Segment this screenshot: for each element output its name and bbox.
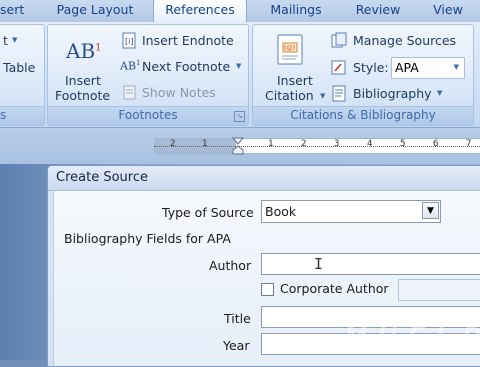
show-notes-icon bbox=[123, 85, 136, 100]
author-input[interactable]: I bbox=[261, 253, 480, 275]
insert-citation-icon: (☺) bbox=[277, 34, 303, 65]
style-value: APA bbox=[395, 60, 419, 75]
type-of-source-select[interactable]: Book ▼ bbox=[261, 200, 441, 223]
insert-endnote-button[interactable]: [i] Insert Endnote bbox=[120, 31, 245, 51]
dialog-title-bar[interactable]: Create Source bbox=[48, 166, 480, 191]
dropdown-arrow-icon: ▼ bbox=[453, 63, 459, 71]
horizontal-ruler[interactable]: 2 1 1 2 3 4 5 6 7 bbox=[154, 137, 480, 155]
insert-footnote-button[interactable]: AB1 Insert Footnote bbox=[52, 31, 114, 103]
manage-sources-button[interactable]: Manage Sources bbox=[330, 31, 468, 51]
svg-text:[i]: [i] bbox=[125, 37, 133, 46]
bibliography-fields-heading: Bibliography Fields for APA bbox=[64, 231, 231, 246]
insert-endnote-label: Insert Endnote bbox=[142, 33, 234, 48]
dropdown-arrow-icon[interactable]: ▼ bbox=[422, 202, 439, 219]
insert-footnote-label-line2: Footnote bbox=[55, 88, 111, 103]
style-selector: Style: APA ▼ bbox=[330, 57, 468, 79]
dialog-title: Create Source bbox=[56, 170, 148, 185]
tab-view[interactable]: View bbox=[425, 0, 471, 21]
watermark-logo: M H E L P bbox=[344, 321, 480, 351]
next-footnote-label: Next Footnote bbox=[142, 59, 231, 74]
text-cursor-icon: I bbox=[314, 255, 324, 273]
bibliography-button[interactable]: Bibliography ▼ bbox=[330, 84, 468, 104]
corporate-author-input[interactable] bbox=[398, 279, 480, 301]
dropdown-arrow-icon: ▼ bbox=[320, 92, 326, 100]
citations-bibliography-group: (☺) Insert Citation ▼ Manage Sources Sty… bbox=[252, 24, 474, 126]
citations-group-label: Citations & Bibliography bbox=[253, 106, 473, 125]
table-of-contents-group: t ▼ Table s bbox=[0, 24, 45, 126]
corporate-author-label: Corporate Author bbox=[280, 281, 389, 296]
endnote-icon: [i] bbox=[122, 32, 136, 49]
dialog-launcher-icon[interactable]: ↘ bbox=[234, 111, 245, 122]
ribbon: t ▼ Table s AB1 Insert Footnote [i] Inse… bbox=[0, 22, 480, 128]
ruler-dots bbox=[154, 146, 480, 148]
footnotes-group-label: Footnotes ↘ bbox=[48, 106, 248, 125]
footnotes-group-title: Footnotes bbox=[118, 108, 178, 122]
type-of-source-label: Type of Source bbox=[162, 205, 254, 220]
style-label: Style: bbox=[353, 60, 389, 75]
tab-references[interactable]: References bbox=[153, 0, 247, 23]
next-footnote-button[interactable]: AB1 Next Footnote ▼ bbox=[120, 57, 245, 77]
manage-sources-label: Manage Sources bbox=[353, 33, 457, 48]
insert-citation-label-line1: Insert bbox=[277, 73, 313, 88]
footnotes-group: AB1 Insert Footnote [i] Insert Endnote A… bbox=[47, 24, 249, 126]
next-footnote-icon: AB1 bbox=[120, 59, 141, 73]
bibliography-label: Bibliography bbox=[353, 86, 432, 101]
tab-mailings[interactable]: Mailings bbox=[262, 0, 330, 21]
tab-page-layout[interactable]: Page Layout bbox=[52, 0, 138, 21]
author-label: Author bbox=[209, 258, 252, 273]
manage-sources-icon bbox=[331, 32, 347, 48]
show-notes-button[interactable]: Show Notes bbox=[120, 83, 245, 103]
title-label: Title bbox=[224, 311, 251, 326]
ribbon-tab-bar: sert Page Layout References Mailings Rev… bbox=[0, 0, 480, 23]
svg-text:(☺): (☺) bbox=[284, 45, 295, 52]
type-of-source-value: Book bbox=[265, 204, 297, 219]
insert-citation-label-line2: Citation bbox=[265, 88, 314, 103]
tab-review[interactable]: Review bbox=[350, 0, 406, 21]
dropdown-arrow-icon: ▼ bbox=[12, 36, 18, 44]
year-label: Year bbox=[223, 338, 250, 353]
add-text-button[interactable]: t bbox=[3, 33, 8, 48]
update-table-button[interactable]: Table bbox=[3, 60, 35, 75]
bibliography-icon bbox=[332, 85, 346, 102]
dropdown-arrow-icon: ▼ bbox=[236, 62, 242, 70]
style-icon bbox=[331, 60, 346, 75]
footnote-ab-icon: AB1 bbox=[66, 39, 102, 63]
insert-citation-button[interactable]: (☺) Insert Citation ▼ bbox=[256, 31, 326, 103]
tab-insert[interactable]: sert bbox=[0, 0, 24, 21]
dropdown-arrow-icon: ▼ bbox=[437, 89, 443, 97]
show-notes-label: Show Notes bbox=[142, 85, 216, 100]
style-dropdown[interactable]: APA ▼ bbox=[391, 57, 465, 79]
insert-footnote-label-line1: Insert bbox=[65, 73, 101, 88]
group-label: s bbox=[0, 106, 44, 125]
corporate-author-checkbox[interactable] bbox=[261, 283, 274, 296]
create-source-dialog: Create Source Type of Source Book ▼ Bibl… bbox=[47, 165, 480, 367]
